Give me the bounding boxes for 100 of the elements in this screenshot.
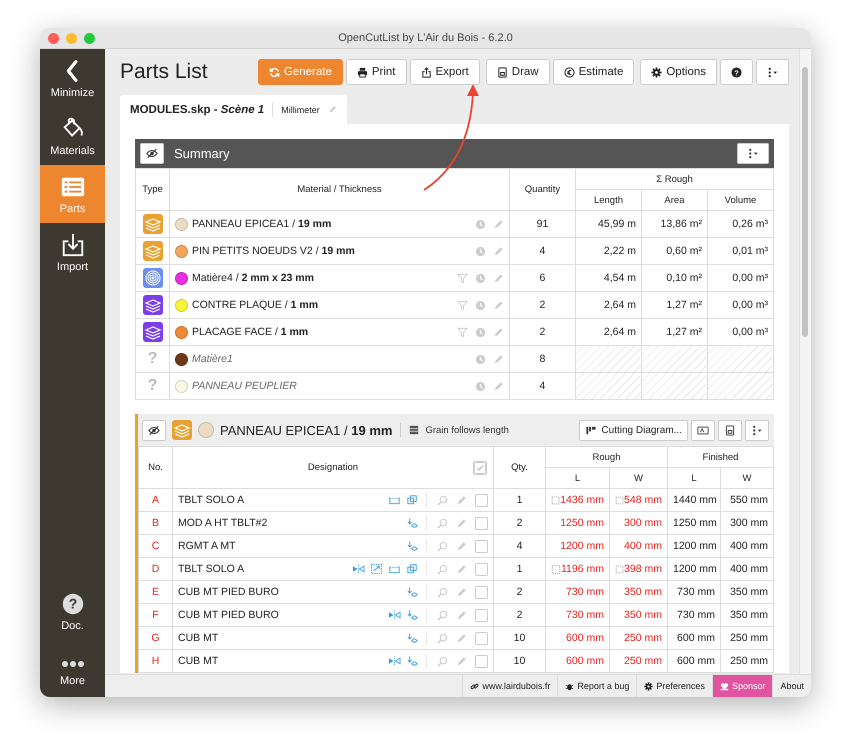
pencil-icon[interactable]: [492, 272, 504, 284]
pencil-icon[interactable]: [492, 326, 504, 338]
sidebar-item[interactable]: More: [40, 640, 105, 697]
select-all-checkbox[interactable]: [472, 461, 487, 475]
share-icon: [420, 66, 432, 78]
window-zoom-button[interactable]: [84, 32, 95, 44]
checkbox[interactable]: [474, 540, 488, 552]
sidebar-item[interactable]: Import: [40, 223, 105, 281]
checkbox[interactable]: [474, 562, 488, 576]
pencil-icon[interactable]: [492, 246, 504, 256]
checkbox[interactable]: [474, 586, 488, 598]
checkbox[interactable]: [474, 654, 488, 668]
draw-button[interactable]: [718, 420, 742, 440]
table-cell: 10: [493, 650, 546, 672]
table-cell: 550 mm: [720, 488, 774, 512]
column-header: No.: [138, 446, 172, 488]
checkbox[interactable]: [474, 608, 488, 622]
search-icon[interactable]: [436, 494, 448, 506]
print-button[interactable]: Print: [346, 59, 407, 85]
draw-button[interactable]: Draw: [486, 59, 550, 85]
column-header: Qty.: [493, 446, 546, 488]
part-name: TBLT SOLO A: [178, 494, 246, 506]
window-minimize-button[interactable]: [66, 32, 77, 44]
pencil-icon[interactable]: [456, 540, 467, 552]
clock-icon[interactable]: [474, 272, 486, 284]
clock-icon[interactable]: [474, 326, 486, 338]
table-cell: 250 mm: [720, 626, 774, 650]
pencil-icon[interactable]: [456, 518, 467, 528]
table-cell: 2: [509, 292, 576, 318]
hatched-cell: [641, 372, 708, 400]
search-icon[interactable]: [436, 656, 448, 666]
estimate-button[interactable]: Estimate: [552, 59, 634, 85]
pencil-icon[interactable]: [492, 354, 504, 364]
sidebar-item[interactable]: Minimize: [40, 49, 105, 107]
table-cell: 0,00 m³: [707, 264, 774, 292]
part-letter: E: [138, 580, 172, 604]
search-icon[interactable]: [436, 540, 448, 552]
table-cell: 0,60 m²: [641, 238, 708, 264]
checkbox[interactable]: [474, 516, 488, 530]
search-icon[interactable]: [436, 632, 448, 644]
clock-icon[interactable]: [474, 300, 486, 310]
clock-icon[interactable]: [474, 354, 486, 364]
part-letter: G: [138, 626, 172, 650]
pencil-icon[interactable]: [456, 564, 467, 574]
summary-title: Summary: [174, 146, 230, 161]
table-cell: 250 mm: [720, 650, 774, 672]
pencil-icon[interactable]: [456, 632, 467, 644]
part-name: CUB MT PIED BURO: [178, 586, 280, 598]
eye-slash-icon: [148, 424, 160, 436]
clock-icon[interactable]: [474, 380, 486, 392]
pencil-icon[interactable]: [456, 586, 467, 598]
document-tab[interactable]: MODULES.skp - Scène 1 Millimeter: [120, 95, 347, 124]
search-icon[interactable]: [436, 518, 448, 528]
sidebar-item[interactable]: Materials: [40, 107, 105, 165]
search-icon[interactable]: [436, 610, 448, 620]
filter-icon[interactable]: [456, 326, 468, 338]
filter-icon[interactable]: [456, 272, 468, 284]
menu-button[interactable]: [745, 420, 769, 440]
table-cell: 400 mm: [624, 540, 662, 552]
filter-icon[interactable]: [456, 300, 468, 310]
checkbox[interactable]: [474, 632, 488, 644]
scrollbar-thumb[interactable]: [802, 67, 808, 337]
grain-label: Grain follows length: [425, 424, 509, 436]
about-link[interactable]: About: [772, 675, 811, 697]
table-cell: 600 mm: [667, 650, 720, 672]
pencil-icon[interactable]: [328, 105, 337, 114]
bug-link[interactable]: Report a bug: [557, 675, 636, 697]
table-cell: 1196 mm: [560, 563, 604, 575]
clock-icon[interactable]: [474, 218, 486, 230]
menu-button[interactable]: [737, 143, 769, 164]
hide-button[interactable]: [142, 420, 166, 440]
table-cell: 1250 mm: [667, 512, 720, 534]
pencil-icon[interactable]: [492, 218, 504, 230]
search-icon[interactable]: [436, 564, 448, 574]
part-letter: C: [138, 534, 172, 558]
pencil-icon[interactable]: [456, 656, 467, 666]
table-cell: 1440 mm: [667, 488, 720, 512]
question-icon: ?: [148, 350, 158, 367]
pencil-icon[interactable]: [456, 610, 467, 620]
search-icon[interactable]: [436, 586, 448, 598]
layers-icon: [142, 295, 162, 315]
pencil-icon[interactable]: [456, 494, 467, 506]
sidebar-item[interactable]: ? Doc.: [40, 583, 105, 640]
checkbox[interactable]: [474, 494, 488, 506]
sponsor-link[interactable]: Sponsor: [712, 675, 772, 697]
pencil-icon[interactable]: [492, 380, 504, 392]
table-cell: 1200 mm: [560, 540, 604, 552]
export-button[interactable]: Export: [410, 59, 480, 85]
hide-button[interactable]: [140, 143, 164, 164]
document-icon: [724, 424, 736, 436]
cutting-diagram-button[interactable]: Cutting Diagram...: [579, 420, 688, 440]
label-button[interactable]: [691, 420, 715, 440]
part-letter: H: [138, 650, 172, 672]
window-close-button[interactable]: [48, 32, 59, 44]
table-cell: 45,99 m: [575, 210, 642, 238]
help-button[interactable]: ?: [720, 59, 753, 85]
clock-icon[interactable]: [474, 246, 486, 256]
link-link[interactable]: www.lairdubois.fr: [462, 675, 558, 697]
options-button[interactable]: Options: [640, 59, 717, 85]
pencil-icon[interactable]: [492, 300, 504, 310]
